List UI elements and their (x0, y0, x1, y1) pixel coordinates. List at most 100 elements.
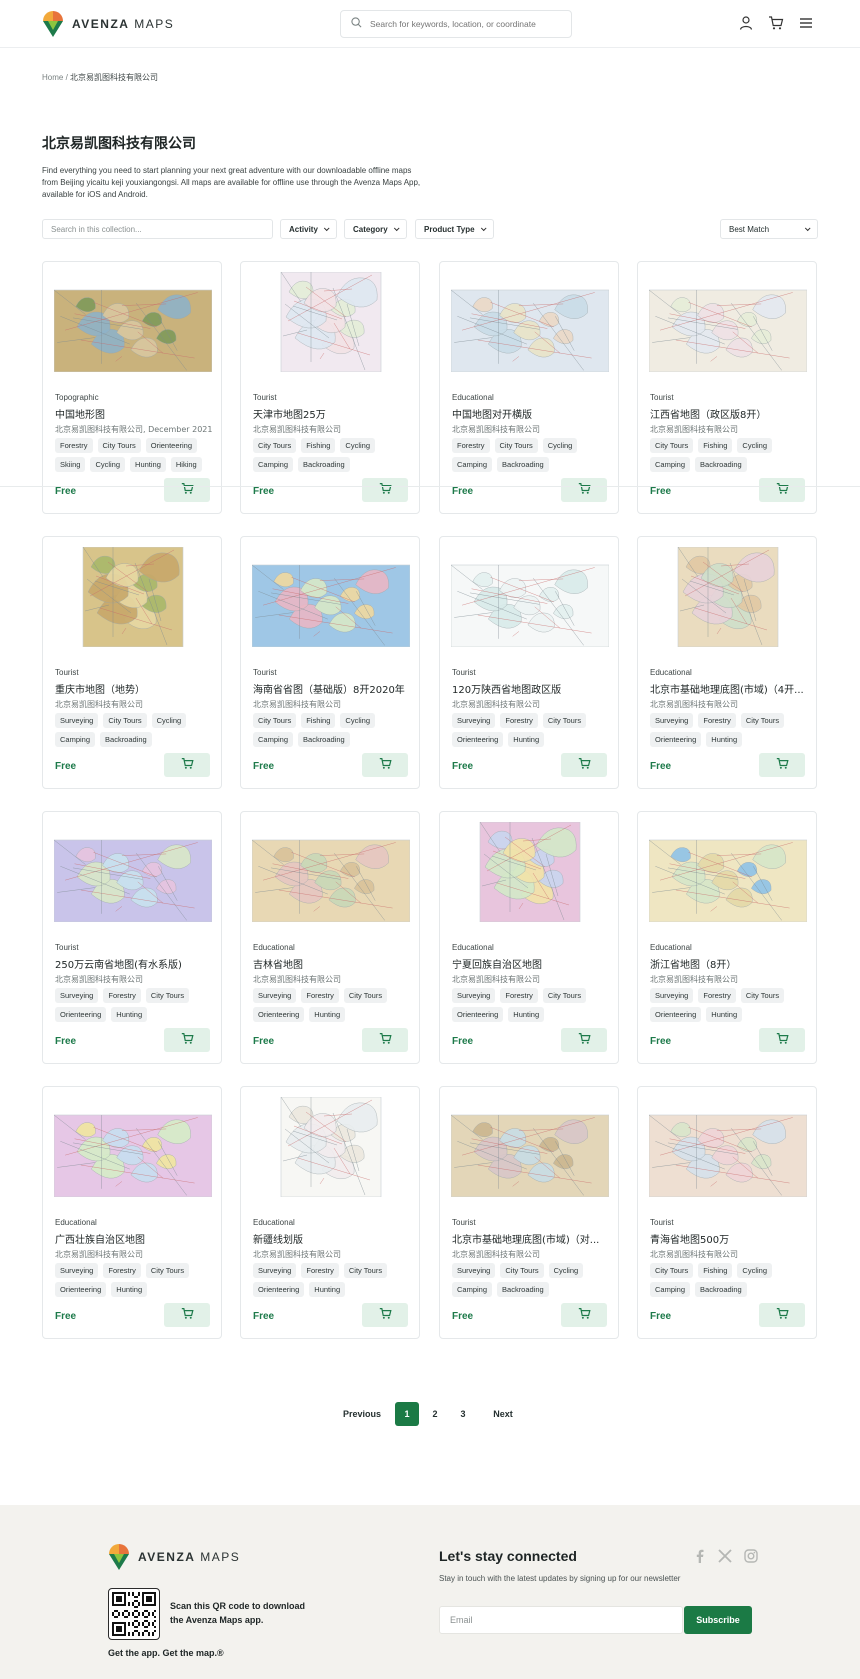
product-map-thumbnail[interactable] (649, 272, 807, 372)
activity-tag: Surveying (452, 1263, 496, 1278)
product-map-thumbnail[interactable] (649, 1097, 807, 1197)
collection-search-input[interactable]: Search in this collection... (42, 219, 273, 239)
add-to-cart-button[interactable] (362, 478, 408, 502)
product-card[interactable]: Educational 宁夏回族自治区地图 北京易凯图科技有限公司 Surveying… (439, 811, 619, 1064)
product-card[interactable]: Educational 新疆线划版 北京易凯图科技有限公司 Surveying Fore… (240, 1086, 420, 1339)
product-card[interactable]: Tourist 重庆市地图（地势） 北京易凯图科技有限公司 Surveying City… (42, 536, 222, 789)
product-price: Free (55, 486, 77, 497)
product-map-thumbnail[interactable] (252, 1097, 410, 1197)
activity-tag: Orienteering (253, 1007, 305, 1022)
pagination-page-2[interactable]: 2 (423, 1402, 447, 1426)
activity-tag: Backroading (298, 732, 350, 747)
add-to-cart-button[interactable] (164, 1303, 210, 1327)
cart-icon (776, 757, 789, 773)
product-title[interactable]: 北京市基础地理底图(市域)（4开... (650, 681, 810, 696)
product-card[interactable]: Tourist 250万云南省地图(有水系版) 北京易凯图科技有限公司 Surveyi… (42, 811, 222, 1064)
product-map-thumbnail[interactable] (451, 272, 609, 372)
add-to-cart-button[interactable] (164, 753, 210, 777)
category-filter[interactable]: Category (344, 219, 407, 239)
footer-brand-light: MAPS (200, 1550, 241, 1564)
add-to-cart-button[interactable] (561, 1028, 607, 1052)
product-card[interactable]: Educational 北京市基础地理底图(市域)（4开... 北京易凯图科技有限公… (637, 536, 817, 789)
product-title[interactable]: 250万云南省地图(有水系版) (55, 956, 215, 971)
product-title[interactable]: 120万陕西省地图政区版 (452, 681, 612, 696)
product-card[interactable]: Educational 广西壮族自治区地图 北京易凯图科技有限公司 Surveying… (42, 1086, 222, 1339)
add-to-cart-button[interactable] (164, 478, 210, 502)
product-title[interactable]: 江西省地图（政区版8开） (650, 406, 810, 421)
add-to-cart-button[interactable] (759, 753, 805, 777)
product-type-filter[interactable]: Product Type (415, 219, 494, 239)
sort-select[interactable]: Best Match (720, 219, 818, 239)
product-title[interactable]: 青海省地图500万 (650, 1231, 810, 1246)
product-type: Educational (55, 1218, 97, 1227)
add-to-cart-button[interactable] (561, 478, 607, 502)
pagination-page-3[interactable]: 3 (451, 1402, 475, 1426)
product-map-thumbnail[interactable] (252, 822, 410, 922)
facebook-icon[interactable] (694, 1549, 706, 1566)
product-map-thumbnail[interactable] (54, 1097, 212, 1197)
cart-icon[interactable] (768, 15, 784, 31)
product-map-thumbnail[interactable] (54, 272, 212, 372)
add-to-cart-button[interactable] (759, 478, 805, 502)
product-title[interactable]: 广西壮族自治区地图 (55, 1231, 215, 1246)
add-to-cart-button[interactable] (164, 1028, 210, 1052)
product-publisher: 北京易凯图科技有限公司 (253, 975, 341, 984)
activity-filter[interactable]: Activity (280, 219, 337, 239)
product-card[interactable]: Tourist 江西省地图（政区版8开） 北京易凯图科技有限公司 City Tours… (637, 261, 817, 514)
product-map-thumbnail[interactable] (649, 547, 807, 647)
instagram-icon[interactable] (744, 1549, 758, 1566)
product-title[interactable]: 浙江省地图（8开） (650, 956, 810, 971)
brand-bold: AVENZA (72, 17, 130, 31)
add-to-cart-button[interactable] (362, 753, 408, 777)
newsletter-title: Let's stay connected (439, 1548, 577, 1564)
product-map-thumbnail[interactable] (54, 822, 212, 922)
add-to-cart-button[interactable] (362, 1303, 408, 1327)
product-title[interactable]: 中国地形图 (55, 406, 215, 421)
add-to-cart-button[interactable] (561, 753, 607, 777)
pagination-previous[interactable]: Previous (331, 1402, 393, 1426)
product-map-thumbnail[interactable] (451, 822, 609, 922)
pagination-next[interactable]: Next (477, 1402, 529, 1426)
product-map-thumbnail[interactable] (54, 547, 212, 647)
product-card[interactable]: Tourist 北京市基础地理底图(市域)（对... 北京易凯图科技有限公司 Surv… (439, 1086, 619, 1339)
product-card[interactable]: Tourist 青海省地图500万 北京易凯图科技有限公司 City Tours Fis… (637, 1086, 817, 1339)
add-to-cart-button[interactable] (759, 1303, 805, 1327)
avenza-logo[interactable]: AVENZA MAPS (42, 10, 174, 38)
product-card[interactable]: Educational 中国地图对开横版 北京易凯图科技有限公司 Forestry Ci… (439, 261, 619, 514)
product-card[interactable]: Educational 吉林省地图 北京易凯图科技有限公司 Surveying Fore… (240, 811, 420, 1064)
product-title[interactable]: 新疆线划版 (253, 1231, 413, 1246)
pagination-page-1[interactable]: 1 (395, 1402, 419, 1426)
product-map-thumbnail[interactable] (451, 1097, 609, 1197)
newsletter-email-input[interactable]: Email (439, 1606, 683, 1634)
add-to-cart-button[interactable] (561, 1303, 607, 1327)
product-map-thumbnail[interactable] (451, 547, 609, 647)
add-to-cart-button[interactable] (362, 1028, 408, 1052)
product-map-thumbnail[interactable] (252, 547, 410, 647)
breadcrumb-home[interactable]: Home (42, 73, 63, 82)
menu-icon[interactable] (798, 15, 814, 31)
product-card[interactable]: Educational 浙江省地图（8开） 北京易凯图科技有限公司 Surveying… (637, 811, 817, 1064)
product-publisher: 北京易凯图科技有限公司 (55, 1250, 143, 1259)
user-icon[interactable] (738, 15, 754, 31)
search-input[interactable] (370, 19, 550, 29)
product-card[interactable]: Tourist 天津市地图25万 北京易凯图科技有限公司 City Tours Fish… (240, 261, 420, 514)
x-icon[interactable] (718, 1549, 732, 1566)
product-map-thumbnail[interactable] (252, 272, 410, 372)
collection-description: Find everything you need to start planni… (42, 166, 421, 199)
product-map-thumbnail[interactable] (649, 822, 807, 922)
product-title[interactable]: 中国地图对开横版 (452, 406, 612, 421)
product-card[interactable]: Topographic 中国地形图 北京易凯图科技有限公司, December 20… (42, 261, 222, 514)
product-title[interactable]: 吉林省地图 (253, 956, 413, 971)
product-title[interactable]: 宁夏回族自治区地图 (452, 956, 612, 971)
product-card[interactable]: Tourist 海南省省图（基础版）8开2020年 北京易凯图科技有限公司 City … (240, 536, 420, 789)
site-search[interactable] (340, 10, 572, 38)
product-title[interactable]: 北京市基础地理底图(市域)（对... (452, 1231, 612, 1246)
product-card[interactable]: Tourist 120万陕西省地图政区版 北京易凯图科技有限公司 Surveying F… (439, 536, 619, 789)
product-title[interactable]: 海南省省图（基础版）8开2020年 (253, 681, 413, 696)
subscribe-button[interactable]: Subscribe (684, 1606, 752, 1634)
add-to-cart-button[interactable] (759, 1028, 805, 1052)
product-title[interactable]: 重庆市地图（地势） (55, 681, 215, 696)
footer-logo[interactable]: AVENZA MAPS (108, 1543, 240, 1571)
activity-tags: City Tours Fishing Cycling Camping Backroadi… (253, 438, 415, 472)
product-title[interactable]: 天津市地图25万 (253, 406, 413, 421)
